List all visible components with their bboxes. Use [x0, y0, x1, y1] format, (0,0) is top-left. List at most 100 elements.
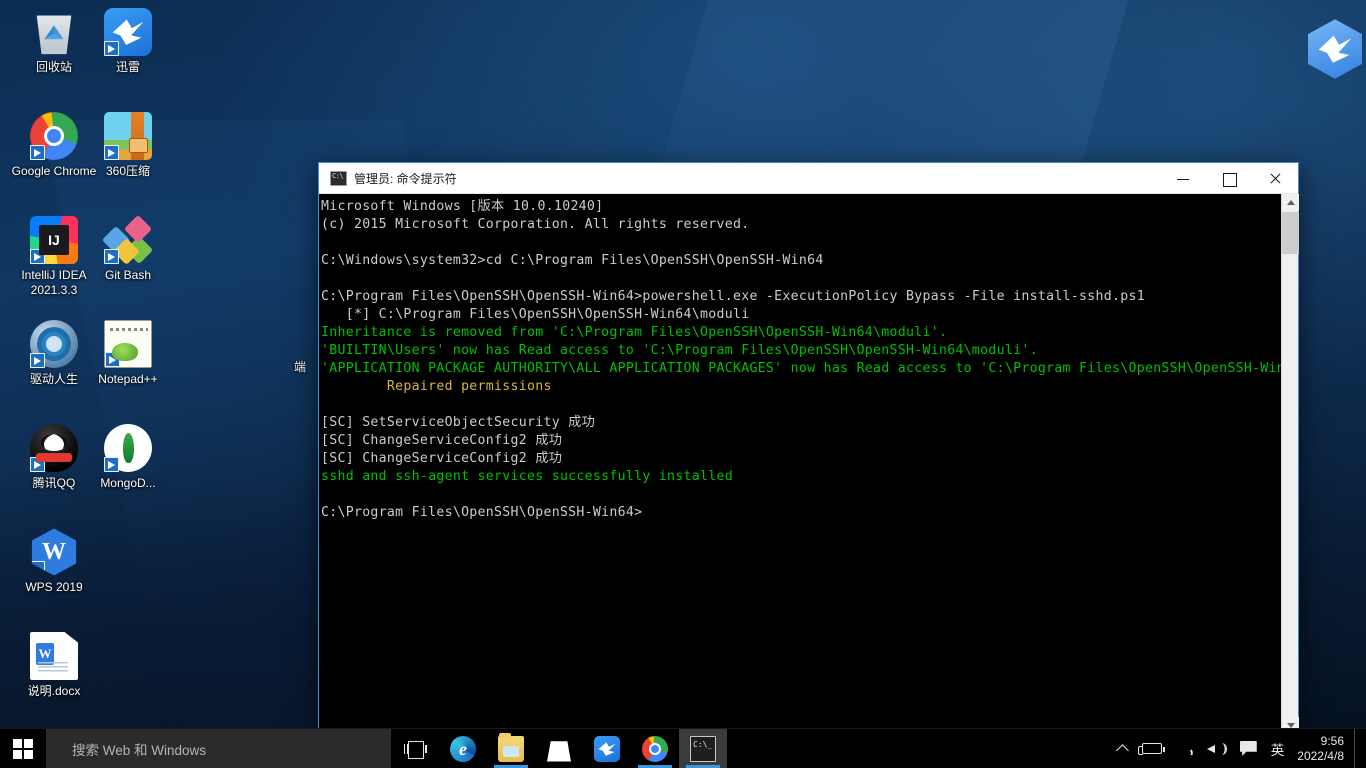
system-tray: 英 9:56 2022/4/8: [1110, 728, 1366, 768]
console-line: sshd and ssh-agent services successfully…: [321, 469, 733, 484]
tray-volume[interactable]: [1200, 729, 1233, 768]
window-title: 管理员: 命令提示符: [354, 171, 457, 186]
console-line: C:\Program Files\OpenSSH\OpenSSH-Win64>p…: [321, 289, 1145, 304]
tray-ime-indicator[interactable]: 英: [1264, 729, 1292, 768]
xunlei-icon: [104, 8, 152, 56]
console-scrollbar[interactable]: [1281, 194, 1299, 734]
scrollbar-thumb[interactable]: [1282, 212, 1299, 254]
shortcut-arrow-icon: [104, 41, 119, 56]
git-bash-icon: [104, 216, 154, 265]
console-line: Inheritance is removed from 'C:\Program …: [321, 325, 948, 340]
show-desktop-button[interactable]: [1354, 728, 1362, 768]
taskbar-app-edge[interactable]: [439, 729, 487, 768]
desktop-icon-label: 说明.docx: [27, 684, 81, 698]
chevron-up-icon: [1117, 743, 1128, 754]
shortcut-arrow-icon: [31, 561, 45, 576]
shortcut-arrow-icon: [30, 145, 45, 160]
desktop-icon-label: 迅雷: [115, 60, 140, 74]
notepad-plus-icon: [104, 320, 152, 368]
desktop-icon-xunlei[interactable]: 迅雷: [82, 8, 174, 75]
console-line: Repaired permissions: [321, 379, 552, 394]
desktop-icon-label: Notepad++: [98, 372, 158, 386]
taskbar-search-input[interactable]: 搜索 Web 和 Windows: [46, 729, 391, 768]
taskbar-app-store[interactable]: [535, 729, 583, 768]
console-line: C:\Windows\system32>cd C:\Program Files\…: [321, 253, 824, 268]
shortcut-arrow-icon: [30, 353, 45, 368]
maximize-button[interactable]: [1206, 163, 1252, 194]
shortcut-arrow-icon: [30, 457, 45, 472]
desktop-icon-shuoming-docx[interactable]: 说明.docx: [8, 632, 100, 699]
recycle-bin-icon: [36, 15, 72, 55]
folder-icon: [498, 732, 524, 762]
wifi-icon: [1176, 742, 1193, 755]
console-line: 'APPLICATION PACKAGE AUTHORITY\ALL APPLI…: [321, 361, 1281, 376]
desktop-icon-label: MongoD...: [100, 476, 156, 490]
command-prompt-window[interactable]: 管理员: 命令提示符 Microsoft Windows [版本 10.0.10…: [318, 162, 1299, 735]
start-button[interactable]: [0, 729, 46, 768]
close-button[interactable]: [1252, 163, 1298, 194]
search-placeholder-text: 搜索 Web 和 Windows: [72, 742, 207, 758]
taskbar-clock[interactable]: 9:56 2022/4/8: [1291, 734, 1354, 764]
desktop-icon-mongodb[interactable]: MongoD...: [82, 424, 174, 491]
taskbar-app-command-prompt[interactable]: [679, 729, 727, 768]
cmd-console-icon: [690, 735, 716, 762]
desktop-icon-git-bash[interactable]: Git Bash: [82, 216, 174, 283]
console-line: 'BUILTIN\Users' now has Read access to '…: [321, 343, 1038, 358]
tray-action-center[interactable]: [1233, 729, 1264, 768]
console-line: [SC] SetServiceObjectSecurity 成功: [321, 415, 596, 430]
battery-icon: [1137, 743, 1165, 755]
console-line: [SC] ChangeServiceConfig2 成功: [321, 433, 563, 448]
shortcut-arrow-icon: [104, 249, 119, 264]
shortcut-arrow-icon: [105, 352, 120, 367]
taskbar-app-xunlei[interactable]: [583, 729, 631, 768]
action-center-icon: [1239, 741, 1257, 756]
intellij-icon: [30, 216, 78, 264]
window-body: Microsoft Windows [版本 10.0.10240] (c) 201…: [319, 194, 1299, 734]
minimize-button[interactable]: [1160, 163, 1206, 194]
task-view-icon: [404, 740, 426, 759]
desktop-icon-360-zip[interactable]: 360压缩: [82, 112, 174, 179]
console-line: [*] C:\Program Files\OpenSSH\OpenSSH-Win…: [321, 307, 750, 322]
store-bag-icon: [547, 741, 571, 762]
clock-date: 2022/4/8: [1297, 748, 1344, 763]
qq-penguin-icon: [30, 424, 78, 472]
tray-battery[interactable]: [1135, 729, 1169, 768]
task-view-button[interactable]: [391, 729, 439, 768]
console-line: [SC] ChangeServiceConfig2 成功: [321, 451, 563, 466]
mongodb-icon: [104, 424, 152, 472]
console-line: (c) 2015 Microsoft Corporation. All righ…: [321, 217, 750, 232]
console-line: C:\Program Files\OpenSSH\OpenSSH-Win64>: [321, 505, 643, 520]
taskbar: 搜索 Web 和 Windows 英 9:56 2022/4/8: [0, 728, 1366, 768]
taskbar-app-file-explorer[interactable]: [487, 729, 535, 768]
word-document-icon: [30, 632, 78, 680]
taskbar-app-buttons: [439, 729, 727, 768]
360zip-icon: [104, 112, 152, 160]
speaker-icon: [1206, 742, 1227, 756]
desktop-icon-label: 360压缩: [105, 164, 151, 178]
desktop-icon-label: Git Bash: [104, 268, 152, 282]
cmd-console-icon: [330, 170, 347, 186]
chrome-icon: [642, 735, 668, 762]
gear-icon: [30, 320, 78, 368]
xunlei-icon: [594, 735, 620, 762]
desktop-icon-label: WPS 2019: [25, 580, 83, 594]
desktop-icon-partially-hidden[interactable]: 端: [278, 360, 322, 375]
desktop-icon-notepad-plus[interactable]: Notepad++: [82, 320, 174, 387]
scroll-up-arrow-icon[interactable]: [1282, 194, 1299, 211]
console-line: Microsoft Windows [版本 10.0.10240]: [321, 199, 604, 214]
tray-network[interactable]: [1169, 729, 1200, 768]
taskbar-app-chrome[interactable]: [631, 729, 679, 768]
tray-overflow-button[interactable]: [1110, 729, 1135, 768]
windows-logo-icon: [13, 738, 33, 759]
shortcut-arrow-icon: [104, 145, 119, 160]
window-titlebar[interactable]: 管理员: 命令提示符: [319, 163, 1298, 194]
shortcut-arrow-icon: [30, 249, 45, 264]
wps-icon: [31, 528, 77, 576]
shortcut-arrow-icon: [104, 457, 119, 472]
console-output[interactable]: Microsoft Windows [版本 10.0.10240] (c) 201…: [319, 194, 1281, 734]
desktop-icon-wps-2019[interactable]: WPS 2019: [8, 528, 100, 595]
edge-icon: [450, 735, 476, 762]
